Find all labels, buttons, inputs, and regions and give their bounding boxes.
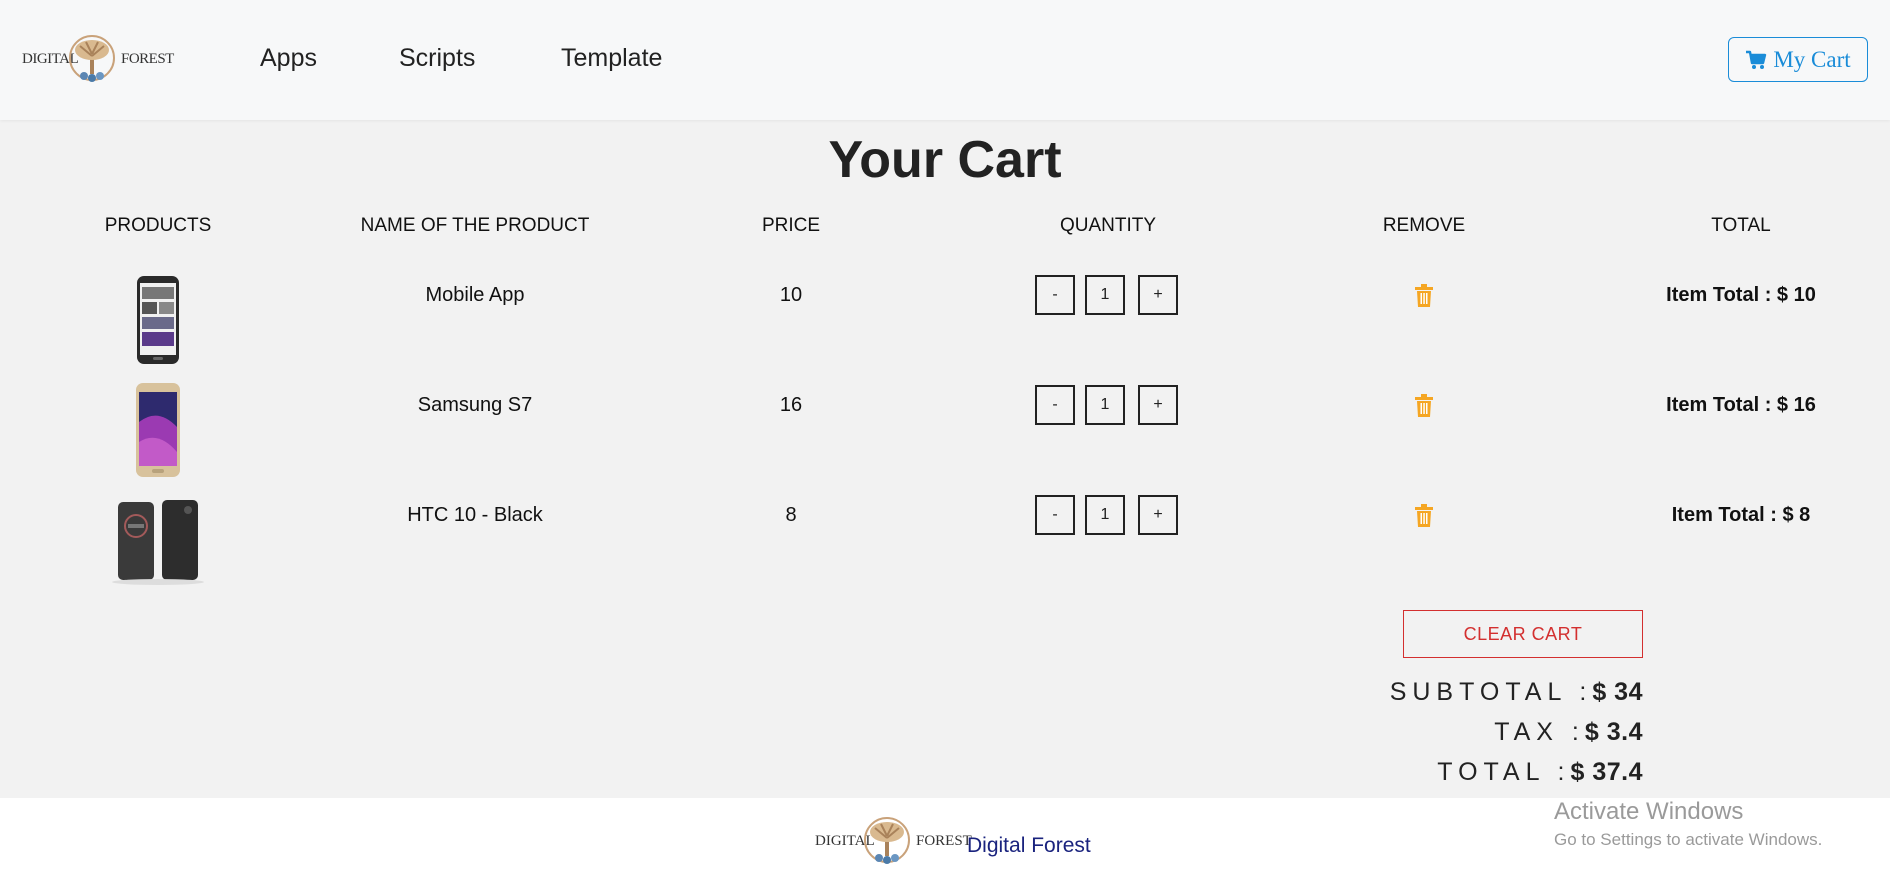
product-price: 16 — [779, 394, 803, 416]
quantity-increase-button[interactable]: + — [1138, 495, 1178, 535]
activate-windows-watermark: Activate Windows Go to Settings to activ… — [1554, 798, 1822, 850]
footer-logo[interactable]: DIGITAL FOREST — [815, 816, 972, 866]
quantity-value: 1 — [1085, 385, 1125, 425]
tax-label: TAX : — [1494, 718, 1585, 746]
clear-cart-button[interactable]: CLEAR CART — [1403, 610, 1643, 658]
product-thumbnail-samsung-s7 — [136, 383, 180, 477]
nav-link-scripts[interactable]: Scripts — [399, 44, 475, 73]
quantity-decrease-button[interactable]: - — [1035, 495, 1075, 535]
product-price: 8 — [785, 504, 797, 526]
product-name: Samsung S7 — [417, 394, 533, 416]
quantity-decrease-button[interactable]: - — [1035, 275, 1075, 315]
item-total: Item Total : $ 8 — [1671, 504, 1811, 526]
quantity-increase-button[interactable]: + — [1138, 275, 1178, 315]
quantity-decrease-button[interactable]: - — [1035, 385, 1075, 425]
grand-total-label: TOTAL : — [1437, 758, 1571, 786]
activate-windows-title: Activate Windows — [1554, 798, 1744, 825]
trash-icon[interactable] — [1414, 504, 1434, 528]
trash-icon[interactable] — [1414, 284, 1434, 308]
subtotal-label: SUBTOTAL : — [1389, 678, 1593, 706]
product-price: 10 — [779, 284, 803, 306]
tree-logo-icon — [69, 35, 115, 82]
product-thumbnail-mobile-app — [137, 276, 179, 364]
nav-link-template[interactable]: Template — [561, 44, 662, 73]
tree-logo-icon — [864, 817, 910, 864]
item-total: Item Total : $ 16 — [1666, 394, 1816, 416]
cart-item-row: HTC 10 - Black 8 - 1 + Item Total : $ 8 — [0, 488, 1890, 598]
grand-total-line: TOTAL :$ 37.4 — [1437, 758, 1643, 787]
product-name: HTC 10 - Black — [407, 504, 543, 526]
item-total: Item Total : $ 10 — [1666, 284, 1816, 306]
grand-total-value: $ 37.4 — [1570, 758, 1643, 786]
activate-windows-subtitle: Go to Settings to activate Windows. — [1554, 830, 1823, 849]
cart-item-row: Samsung S7 16 - 1 + Item Total : $ 16 — [0, 378, 1890, 488]
page-title: Your Cart — [828, 131, 1062, 189]
cart-icon — [1746, 50, 1767, 69]
column-header-remove: REMOVE — [1382, 215, 1466, 236]
subtotal-value: $ 34 — [1592, 678, 1643, 706]
tax-value: $ 3.4 — [1584, 718, 1643, 746]
column-header-price: PRICE — [761, 215, 821, 236]
column-header-name: NAME OF THE PRODUCT — [360, 215, 590, 236]
product-thumbnail-htc-10 — [112, 500, 204, 585]
my-cart-label: My Cart — [1773, 46, 1851, 72]
cart-item-row: Mobile App 10 - 1 + Item Total : $ 10 — [0, 268, 1890, 378]
quantity-increase-button[interactable]: + — [1138, 385, 1178, 425]
tax-line: TAX :$ 3.4 — [1494, 718, 1643, 747]
column-header-total: TOTAL — [1711, 215, 1771, 236]
column-header-products: PRODUCTS — [104, 215, 212, 236]
logo-word-right: FOREST — [121, 51, 174, 67]
navbar: DIGITAL FOREST Apps Scripts Template My … — [0, 0, 1890, 120]
footer-logo-word-right: FOREST — [916, 833, 972, 849]
quantity-value: 1 — [1085, 495, 1125, 535]
nav-link-apps[interactable]: Apps — [260, 44, 317, 73]
footer-brand-name[interactable]: Digital Forest — [967, 834, 1091, 858]
quantity-value: 1 — [1085, 275, 1125, 315]
brand-logo[interactable]: DIGITAL FOREST — [20, 34, 174, 84]
subtotal-line: SUBTOTAL :$ 34 — [1390, 678, 1643, 707]
my-cart-button[interactable]: My Cart — [1728, 37, 1868, 82]
column-header-quantity: QUANTITY — [1059, 215, 1157, 236]
product-name: Mobile App — [425, 284, 525, 306]
trash-icon[interactable] — [1414, 394, 1434, 418]
